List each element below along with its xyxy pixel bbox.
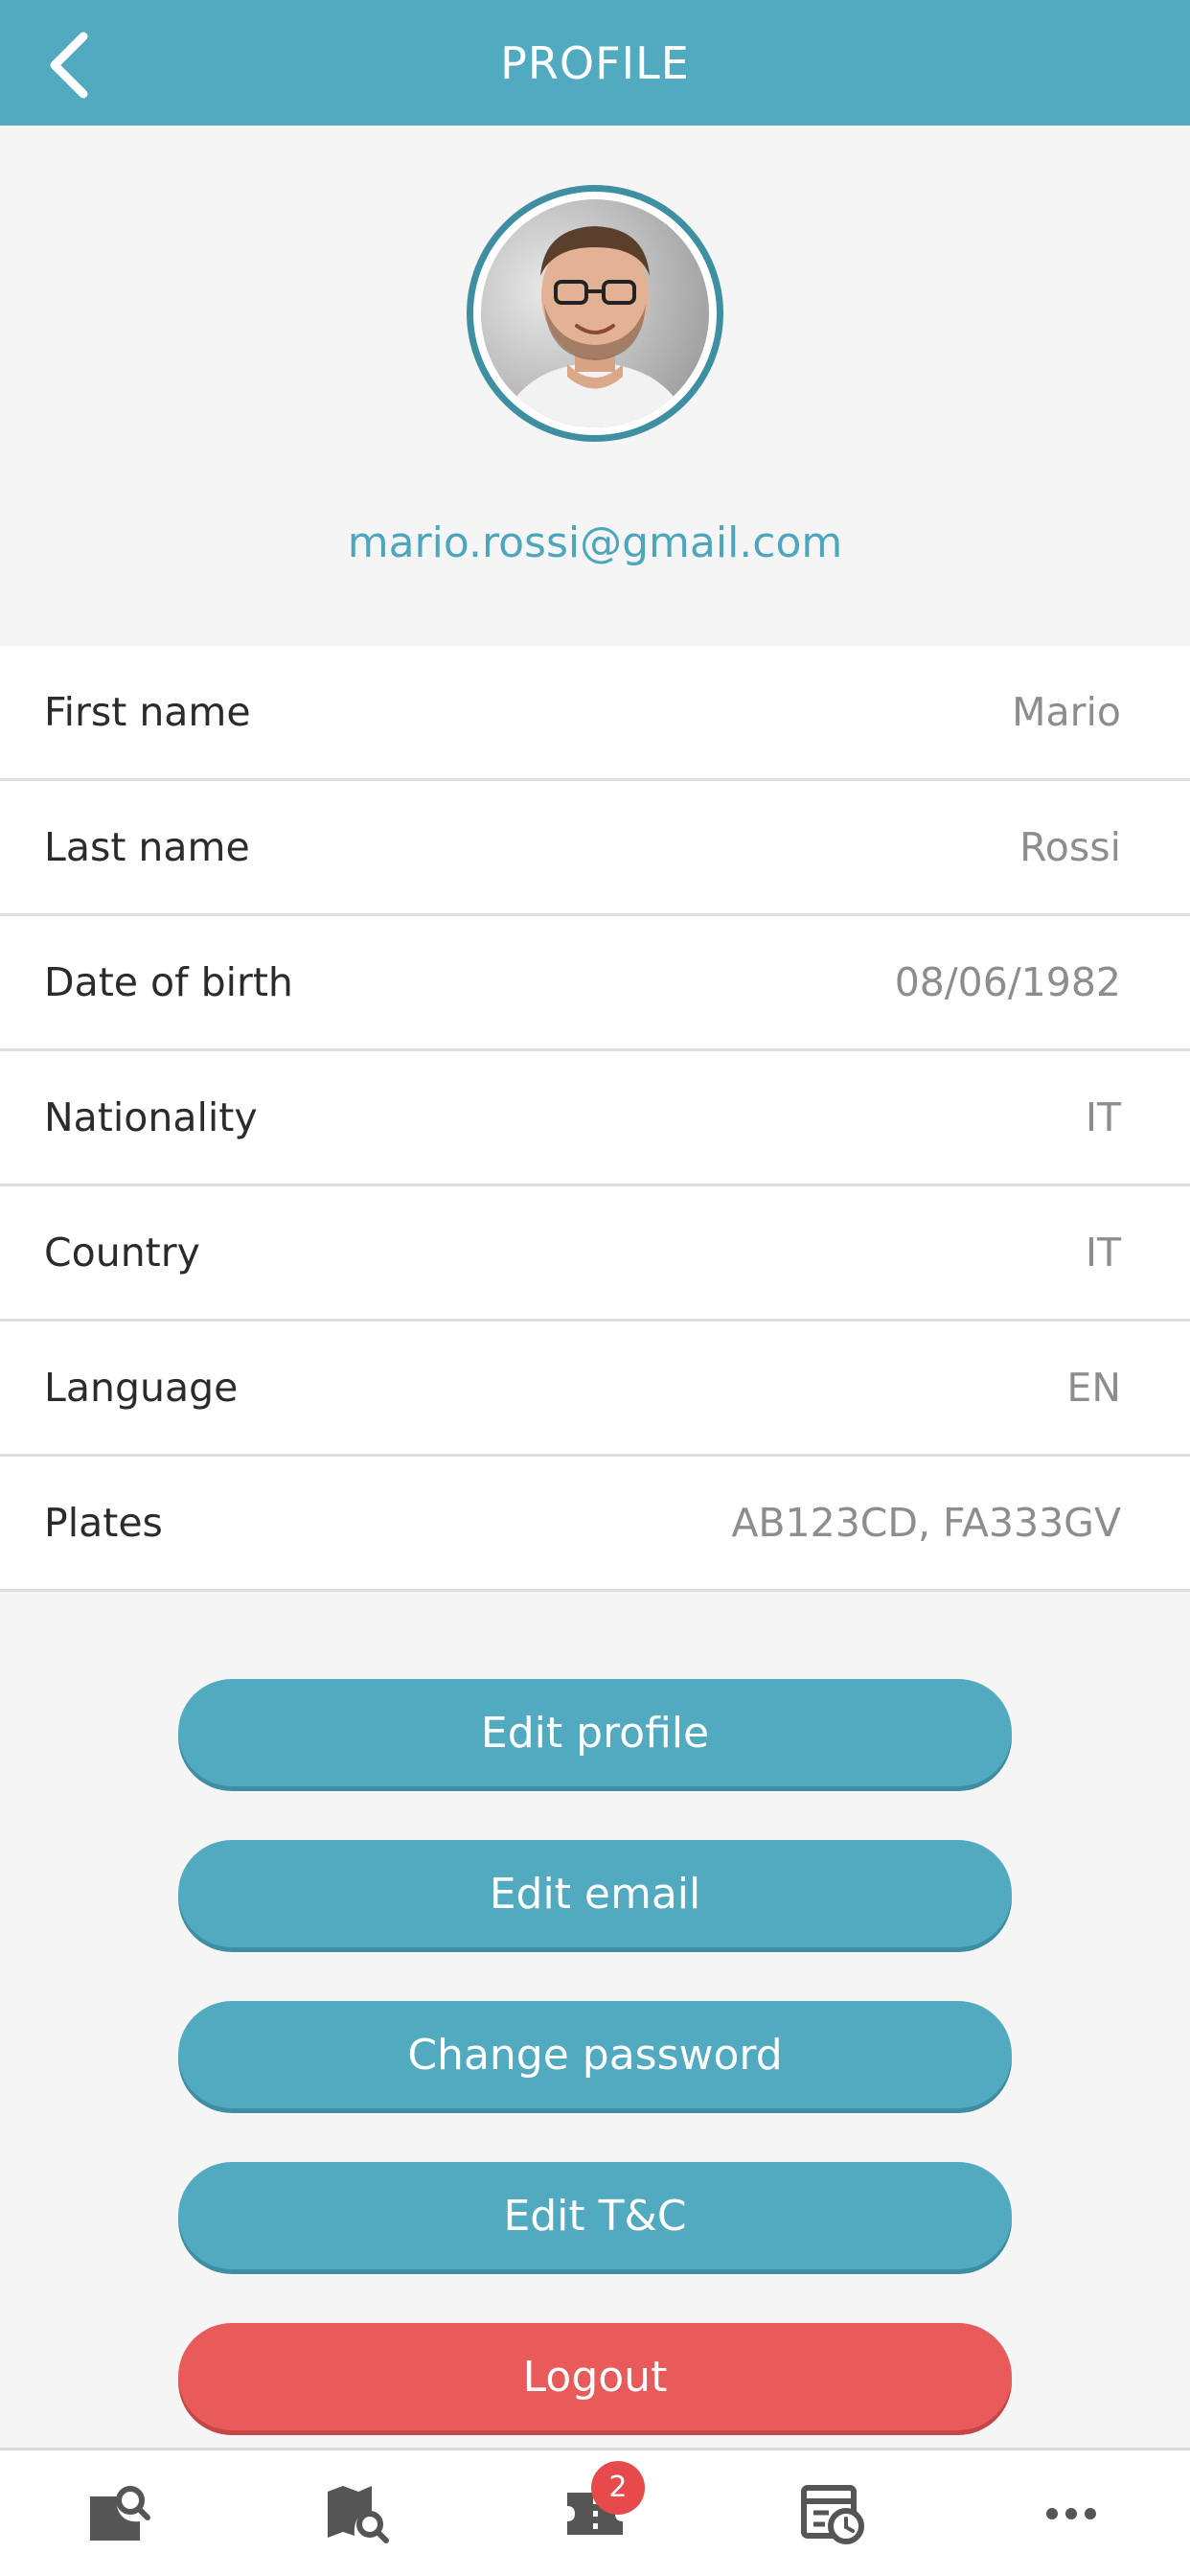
edit-profile-button[interactable]: Edit profile — [178, 1679, 1012, 1786]
edit-tc-button[interactable]: Edit T&C — [178, 2162, 1012, 2269]
date-of-birth-value: 08/06/1982 — [894, 959, 1121, 1005]
user-email: mario.rossi@gmail.com — [347, 518, 843, 567]
back-button[interactable] — [34, 27, 102, 104]
last-name-row: Last name Rossi — [0, 781, 1190, 916]
logout-button[interactable]: Logout — [178, 2323, 1012, 2430]
search-document-icon — [90, 2485, 151, 2541]
nav-history[interactable] — [775, 2461, 890, 2566]
date-of-birth-label: Date of birth — [44, 959, 293, 1005]
avatar — [467, 185, 723, 442]
nav-map-search[interactable] — [300, 2461, 415, 2566]
nationality-value: IT — [1085, 1094, 1121, 1140]
country-value: IT — [1085, 1230, 1121, 1276]
plates-label: Plates — [44, 1500, 163, 1546]
change-password-button[interactable]: Change password — [178, 2001, 1012, 2108]
country-label: Country — [44, 1230, 200, 1276]
map-search-icon — [327, 2485, 389, 2543]
nav-search-documents[interactable] — [61, 2461, 176, 2566]
nationality-row: Nationality IT — [0, 1051, 1190, 1186]
language-value: EN — [1066, 1365, 1121, 1411]
edit-email-button[interactable]: Edit email — [178, 1840, 1012, 1947]
first-name-row: First name Mario — [0, 646, 1190, 781]
nav-tickets[interactable]: 2 — [538, 2460, 652, 2566]
top-bar: PROFILE — [0, 0, 1190, 126]
profile-screen: PROFILE mario.rossi@gmail.com First name… — [0, 0, 1190, 2576]
bottom-navigation: 2 — [0, 2448, 1190, 2576]
calendar-clock-icon — [801, 2484, 865, 2544]
last-name-value: Rossi — [1019, 824, 1121, 870]
plates-value: AB123CD, FA333GV — [731, 1500, 1121, 1546]
date-of-birth-row: Date of birth 08/06/1982 — [0, 916, 1190, 1051]
country-row: Country IT — [0, 1186, 1190, 1322]
first-name-label: First name — [44, 689, 251, 735]
first-name-value: Mario — [1012, 689, 1121, 735]
language-label: Language — [44, 1365, 239, 1411]
page-title: PROFILE — [500, 36, 690, 89]
avatar-photo — [481, 199, 709, 427]
nationality-label: Nationality — [44, 1094, 258, 1140]
profile-details-list: First name Mario Last name Rossi Date of… — [0, 646, 1190, 1592]
last-name-label: Last name — [44, 824, 250, 870]
action-buttons: Edit profile Edit email Change password … — [178, 1679, 1012, 2484]
plates-row: Plates AB123CD, FA333GV — [0, 1457, 1190, 1592]
tickets-badge: 2 — [590, 2460, 645, 2515]
more-icon — [1045, 2507, 1096, 2519]
language-row: Language EN — [0, 1322, 1190, 1457]
chevron-left-icon — [50, 32, 88, 99]
profile-header: mario.rossi@gmail.com — [0, 126, 1190, 646]
nav-more[interactable] — [1014, 2461, 1129, 2566]
